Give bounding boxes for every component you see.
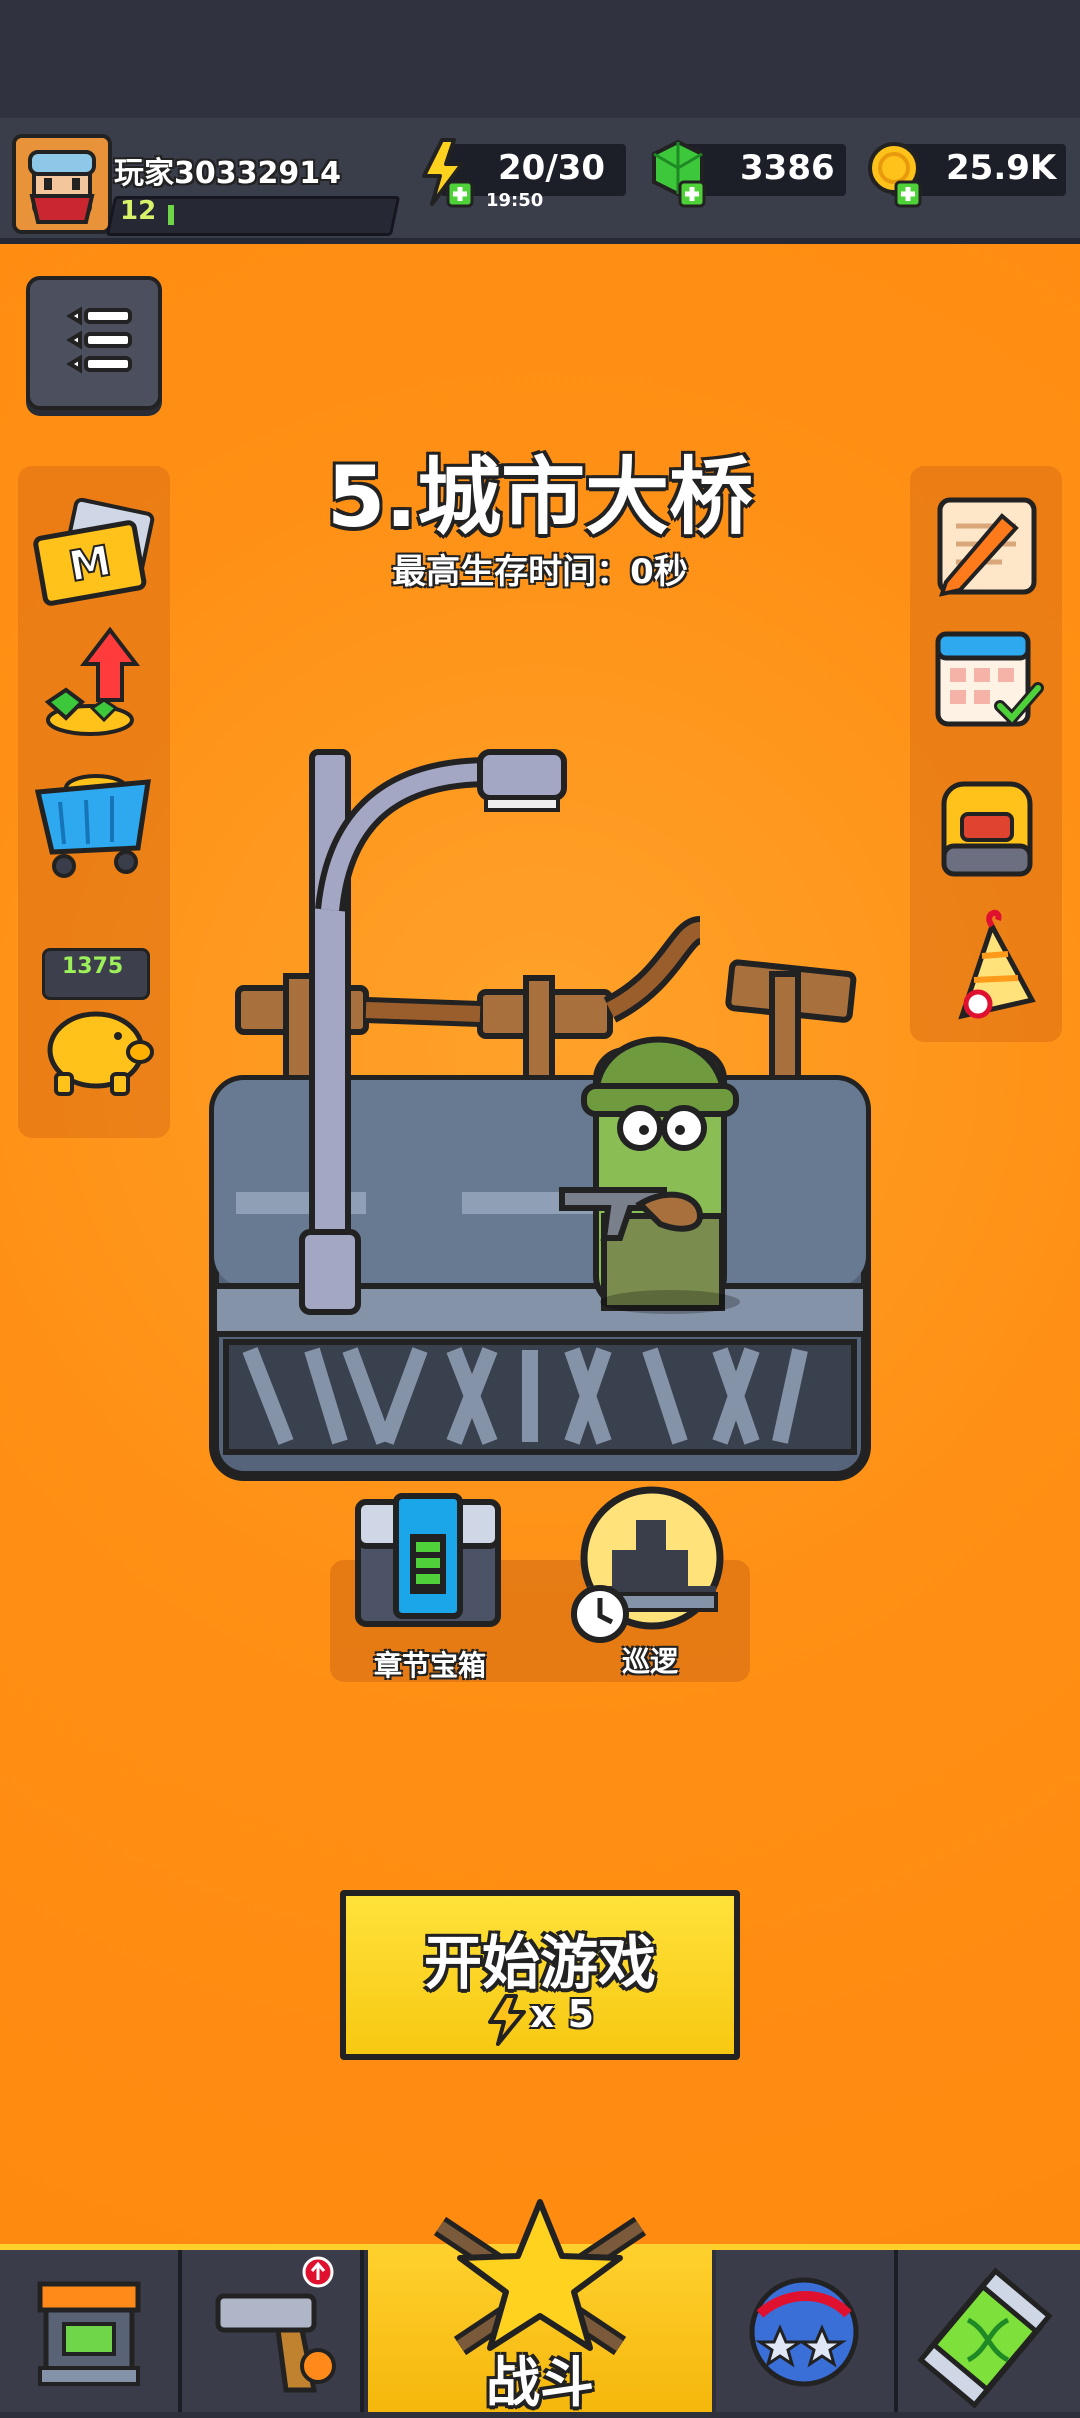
piggy-bank-value: 1375 bbox=[62, 954, 124, 979]
player-level: 12 bbox=[120, 196, 157, 226]
gems-upgrade-icon[interactable] bbox=[32, 624, 162, 744]
start-game-cost: x 5 bbox=[529, 1992, 595, 2036]
avatar-icon bbox=[16, 138, 108, 230]
piggy-bank-icon[interactable] bbox=[32, 990, 162, 1110]
chapter-chest-icon[interactable] bbox=[352, 1490, 504, 1632]
shop-cart-icon[interactable] bbox=[30, 762, 160, 882]
party-hat-icon[interactable] bbox=[922, 906, 1052, 1026]
energy-timer: 19:50 bbox=[486, 190, 544, 211]
shop-tab-icon bbox=[37, 2281, 141, 2386]
menu-button[interactable] bbox=[26, 276, 162, 410]
player-name: 玩家30332914 bbox=[114, 156, 341, 191]
backpack-icon[interactable] bbox=[922, 770, 1052, 890]
start-game-button[interactable]: 开始游戏 x 5 bbox=[340, 1890, 740, 2060]
weapon-tab-icon bbox=[215, 2256, 336, 2393]
gene-tab-icon bbox=[917, 2267, 1053, 2409]
notepad-icon[interactable] bbox=[922, 486, 1052, 606]
patrol-label: 巡逻 bbox=[621, 1645, 678, 1678]
xp-bar-fill bbox=[168, 205, 174, 225]
tab-talents[interactable] bbox=[716, 2250, 898, 2412]
tab-shop[interactable] bbox=[0, 2250, 182, 2412]
green-gem-plus-icon[interactable] bbox=[650, 138, 712, 208]
chapter-chest-label: 章节宝箱 bbox=[373, 1649, 486, 1682]
energy-value: 20/30 bbox=[498, 148, 606, 188]
player-avatar[interactable] bbox=[12, 134, 112, 234]
gold-coin-plus-icon[interactable] bbox=[866, 138, 928, 208]
coins-value: 25.9K bbox=[946, 148, 1057, 188]
patrol-icon[interactable] bbox=[566, 1486, 736, 1646]
stage-preview-image bbox=[209, 749, 871, 1481]
status-bar bbox=[0, 0, 1080, 118]
talent-tab-icon bbox=[749, 2277, 859, 2387]
start-game-label: 开始游戏 bbox=[423, 1929, 656, 1997]
m-card-icon[interactable]: M bbox=[30, 494, 160, 614]
stage-title: 5.城市大桥 bbox=[326, 448, 754, 546]
gems-value: 3386 bbox=[740, 148, 835, 188]
tab-genes[interactable] bbox=[898, 2250, 1080, 2412]
calendar-check-icon[interactable] bbox=[922, 616, 1052, 736]
battle-label: 战斗 bbox=[486, 2351, 594, 2414]
lightning-plus-icon[interactable] bbox=[418, 138, 476, 208]
best-survival-time: 最高生存时间：0秒 bbox=[392, 552, 688, 592]
menu-list-icon bbox=[66, 306, 132, 374]
svg-text:M: M bbox=[65, 536, 115, 592]
tab-weapons[interactable] bbox=[182, 2250, 364, 2412]
